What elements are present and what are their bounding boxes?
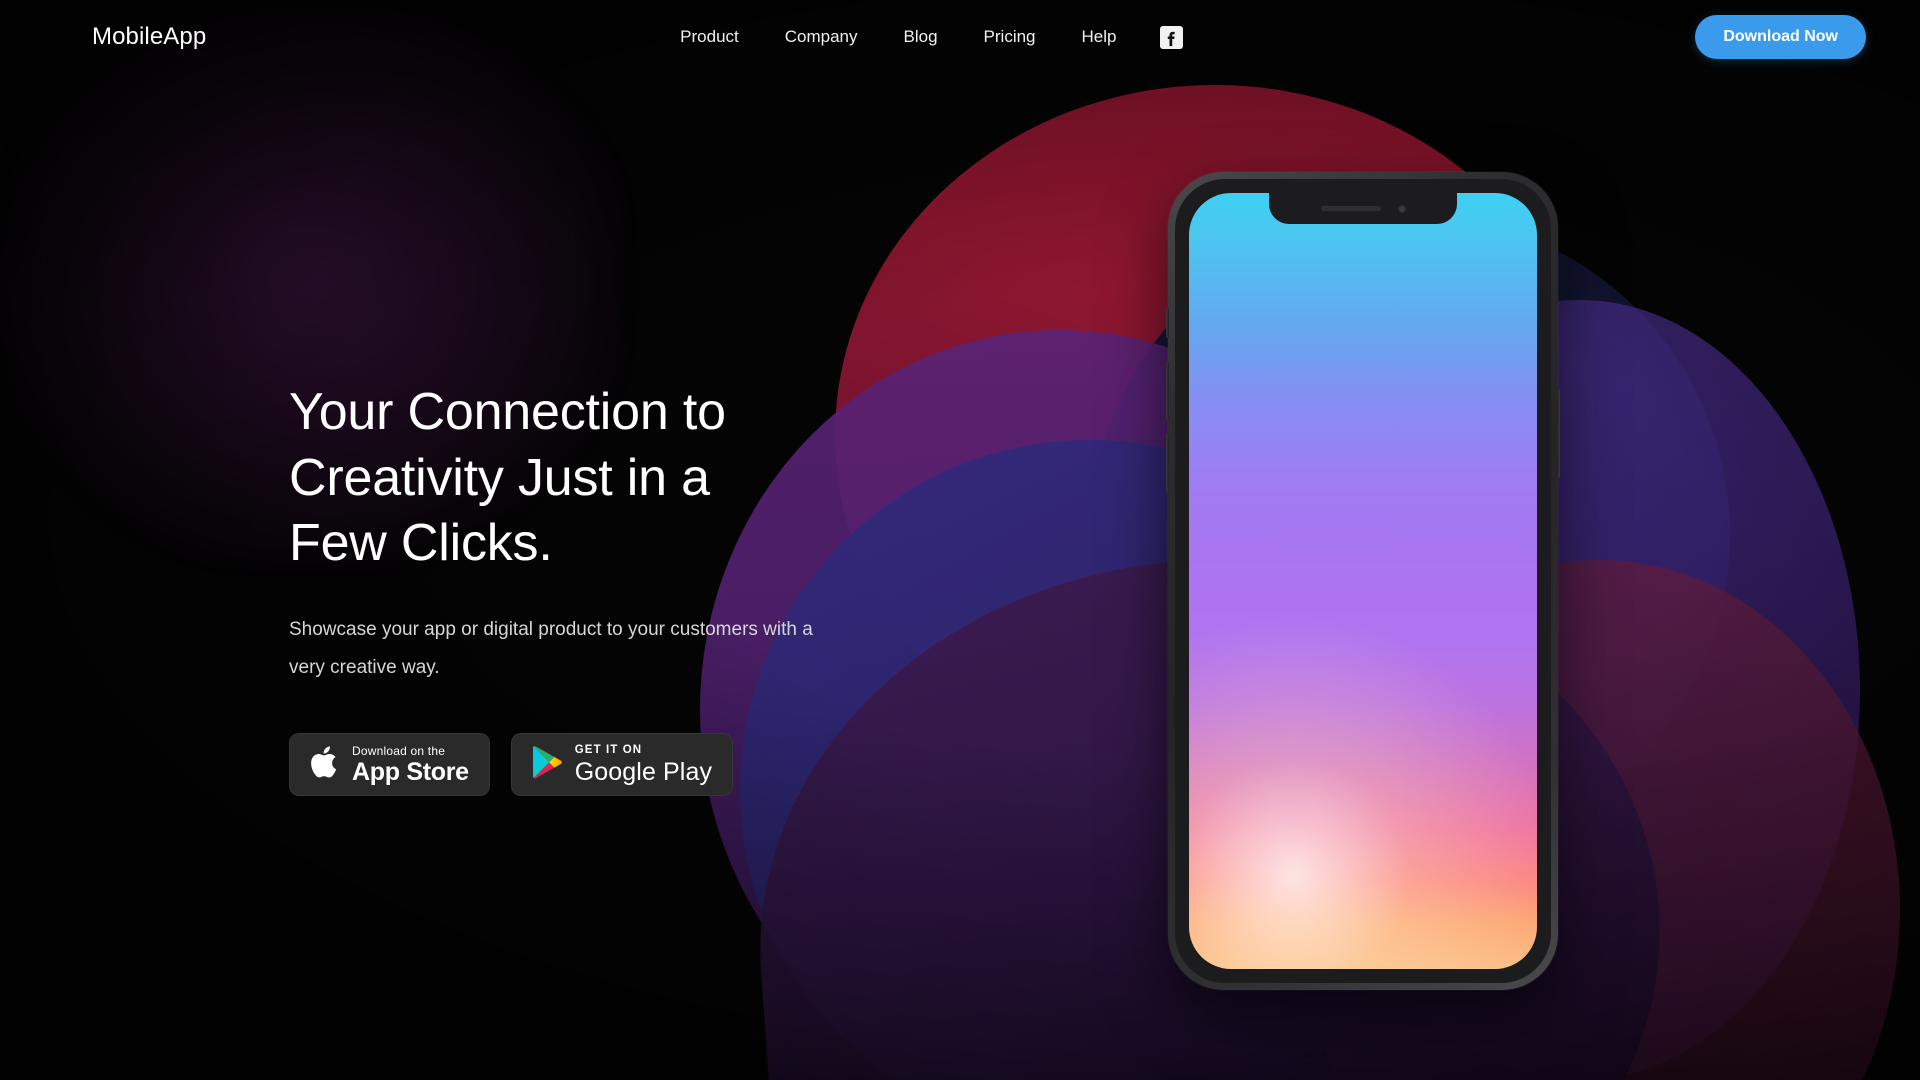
store-badges: Download on the App Store GET IT ON Goog… bbox=[289, 733, 909, 797]
phone-frame bbox=[1166, 172, 1560, 990]
app-store-badge-text: Download on the App Store bbox=[352, 745, 469, 785]
earpiece-speaker-icon bbox=[1320, 206, 1381, 211]
phone-notch bbox=[1269, 193, 1457, 224]
google-play-badge-big: Google Play bbox=[574, 757, 713, 786]
hero-section: Your Connection to Creativity Just in a … bbox=[289, 380, 909, 797]
google-play-badge-small: GET IT ON bbox=[574, 744, 643, 757]
background-artwork bbox=[0, 0, 1920, 1080]
headline-line-2: Creativity Just in a bbox=[289, 448, 710, 507]
phone-power-button bbox=[1557, 390, 1560, 478]
nav-link-blog[interactable]: Blog bbox=[902, 21, 940, 53]
download-now-button[interactable]: Download Now bbox=[1695, 15, 1866, 59]
vignette-overlay bbox=[0, 0, 1920, 1080]
phone-bezel bbox=[1175, 179, 1551, 983]
nav-link-help[interactable]: Help bbox=[1080, 21, 1119, 53]
headline-line-1: Your Connection to bbox=[289, 383, 726, 441]
nav-link-company[interactable]: Company bbox=[783, 21, 860, 53]
phone-mockup bbox=[1166, 172, 1560, 990]
main-navigation: Product Company Blog Pricing Help bbox=[166, 21, 1695, 53]
phone-volume-up-button bbox=[1166, 362, 1169, 420]
landing-page: MobileApp Product Company Blog Pricing H… bbox=[0, 0, 1920, 1080]
app-store-badge[interactable]: Download on the App Store bbox=[289, 733, 490, 797]
app-store-badge-big: App Store bbox=[352, 757, 469, 786]
phone-mute-switch bbox=[1166, 308, 1169, 338]
google-play-badge-text: GET IT ON Google Play bbox=[575, 745, 712, 785]
hero-subheading: Showcase your app or digital product to … bbox=[289, 618, 813, 678]
page-title: Your Connection to Creativity Just in a … bbox=[289, 380, 909, 577]
nav-link-pricing[interactable]: Pricing bbox=[982, 21, 1038, 53]
site-header: MobileApp Product Company Blog Pricing H… bbox=[0, 0, 1920, 74]
phone-screen bbox=[1189, 193, 1537, 969]
facebook-icon[interactable] bbox=[1160, 25, 1184, 49]
phone-volume-down-button bbox=[1166, 434, 1169, 492]
app-store-badge-small: Download on the bbox=[352, 743, 446, 758]
google-play-badge[interactable]: GET IT ON Google Play bbox=[510, 733, 734, 797]
google-play-icon bbox=[532, 745, 563, 784]
front-camera-icon bbox=[1397, 204, 1406, 213]
apple-logo-icon bbox=[310, 744, 340, 785]
headline-line-3: Few Clicks. bbox=[289, 514, 553, 573]
nav-link-product[interactable]: Product bbox=[678, 21, 741, 53]
